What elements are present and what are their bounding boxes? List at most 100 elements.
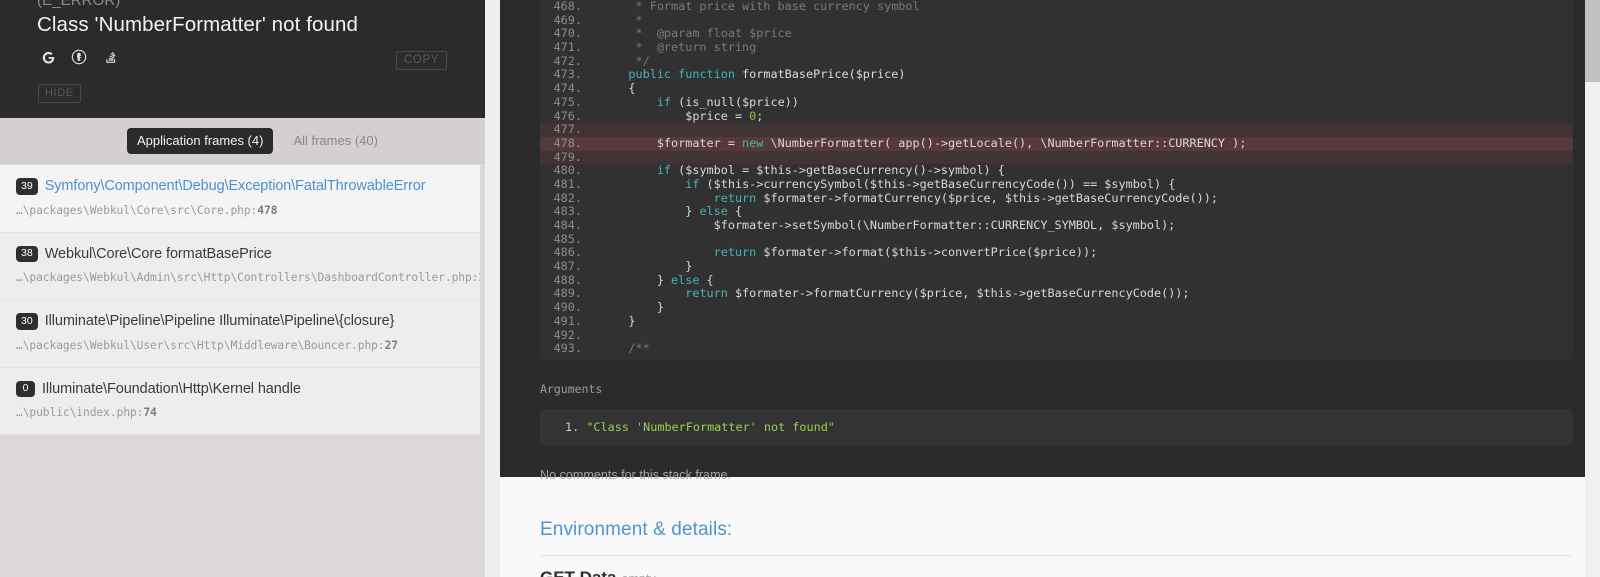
code-line-number: 480. [553, 163, 582, 178]
code-line-text: } [600, 259, 693, 274]
left-sidebar: (E_ERROR) Class 'NumberFormatter' not fo… [0, 0, 485, 577]
frame-file-path: …\public\index.php:74 [16, 406, 471, 419]
code-line-text: /** [600, 341, 650, 356]
exception-search-actions [38, 47, 120, 67]
page-scrollbar-track[interactable] [1585, 0, 1600, 577]
stack-frame-row[interactable]: 38 Webkul\Core\Core formatBasePrice …\pa… [0, 232, 485, 300]
code-line-text: * @return string [600, 40, 757, 55]
argument-row: 1. "Class 'NumberFormatter' not found" [540, 420, 1573, 434]
frame-detail-panel: 468. * Format price with base currency s… [500, 0, 1585, 577]
code-line: 474. { [540, 81, 1573, 96]
code-line-text: * @param float $price [600, 26, 792, 41]
frame-index-badge: 38 [16, 245, 38, 263]
stackoverflow-search-icon[interactable] [100, 47, 120, 67]
exception-message: Class 'NumberFormatter' not found [37, 13, 359, 36]
frame-file-text: …\packages\Webkul\Core\src\Core.php: [16, 203, 258, 217]
code-line: 491. } [540, 313, 1573, 329]
environment-title: Environment & details: [540, 519, 733, 540]
code-line-number: 473. [553, 67, 582, 82]
code-line: 471. * @return string [540, 40, 1573, 55]
code-line-text: if ($symbol = $this->getBaseCurrency()->… [656, 163, 1005, 178]
arguments-label: Arguments [540, 382, 603, 396]
environment-divider [540, 555, 1571, 556]
error-page-root: (E_ERROR) Class 'NumberFormatter' not fo… [0, 0, 1600, 577]
env-table-name: GET Data [540, 568, 617, 577]
frame-file-line: 74 [143, 406, 157, 420]
code-line-number: 482. [553, 190, 582, 205]
panel-divider [485, 0, 500, 577]
code-line-text: $price = 0; [600, 108, 764, 123]
code-line-text: return $formater->formatCurrency($price,… [713, 190, 1218, 205]
frame-heading: 38 Webkul\Core\Core formatBasePrice [16, 245, 471, 263]
code-line: 478. $formater = new \NumberFormatter( a… [540, 135, 1573, 151]
google-search-icon[interactable] [38, 47, 58, 67]
tab-application-frames[interactable]: Application frames (4) [127, 128, 274, 154]
code-line-number: 486. [553, 245, 582, 260]
hide-button[interactable]: HIDE [38, 84, 81, 103]
code-line: 473. public function formatBasePrice($pr… [540, 68, 1573, 82]
code-line-text: public function formatBasePrice($price) [628, 67, 906, 82]
code-line-number: 471. [553, 40, 582, 55]
code-line-number: 474. [553, 81, 582, 96]
code-line: 469. * [540, 12, 1573, 28]
code-line-number: 487. [553, 259, 582, 274]
code-line-number: 472. [553, 53, 582, 68]
stack-frame-row[interactable]: 0 Illuminate\Foundation\Http\Kernel hand… [0, 367, 485, 435]
stack-frame-row[interactable]: 30 Illuminate\Pipeline\Pipeline Illumina… [0, 300, 485, 368]
code-line: 490. } [540, 300, 1573, 315]
frames-tab-bar: Application frames (4) All frames (40) [0, 118, 485, 164]
env-table-state: empty [622, 572, 656, 577]
code-line-text: * [600, 12, 643, 27]
code-line: 475. if (is_null($price)) [540, 94, 1573, 110]
code-line: 492. [540, 327, 1573, 343]
code-line: 482. return $formater->formatCurrency($p… [540, 190, 1573, 206]
frame-heading: 30 Illuminate\Pipeline\Pipeline Illumina… [16, 313, 471, 330]
page-scrollbar-thumb[interactable] [1585, 0, 1600, 82]
frame-index-badge: 30 [16, 313, 38, 330]
code-line-text: $formater = new \NumberFormatter( app()-… [600, 135, 1247, 150]
code-line-text: */ [600, 53, 650, 68]
code-line: 484. $formater->setSymbol(\NumberFormatt… [540, 218, 1573, 233]
copy-button[interactable]: COPY [396, 51, 447, 70]
code-line-number: 479. [553, 149, 582, 164]
frame-class-name: Symfony\Component\Debug\Exception\FatalT… [44, 178, 426, 195]
tab-all-frames[interactable]: All frames (40) [283, 128, 388, 154]
code-line-number: 485. [553, 231, 582, 246]
code-line-number: 475. [553, 94, 582, 109]
code-line-number: 488. [553, 272, 582, 287]
code-line-text: } [600, 313, 636, 328]
code-line-number: 477. [553, 122, 582, 137]
source-code-viewer[interactable]: 468. * Format price with base currency s… [540, 0, 1573, 360]
frame-index-badge: 39 [16, 178, 38, 195]
code-line-number: 476. [553, 108, 582, 123]
code-line: 489. return $formater->formatCurrency($p… [540, 287, 1573, 301]
argument-value: "Class 'NumberFormatter' not found" [586, 420, 835, 434]
code-line: 493. /** [540, 341, 1573, 356]
code-line-number: 481. [553, 176, 582, 191]
code-line-text: } else { [600, 204, 743, 219]
code-line-number: 491. [553, 313, 582, 328]
code-line-number: 492. [553, 327, 582, 342]
code-line-number: 470. [553, 26, 582, 41]
code-line: 472. */ [540, 53, 1573, 69]
code-line-text: return $formater->format($this->convertP… [713, 245, 1098, 260]
code-line-text: * Format price with base currency symbol [600, 0, 920, 13]
code-line: 481. if ($this->currencySymbol($this->ge… [540, 176, 1573, 192]
code-line-number: 478. [553, 135, 582, 150]
code-line: 488. } else { [540, 272, 1573, 288]
frame-heading: 0 Illuminate\Foundation\Http\Kernel hand… [16, 380, 471, 398]
stack-frame-row[interactable]: 39 Symfony\Component\Debug\Exception\Fat… [0, 165, 485, 233]
frame-file-text: …\public\index.php: [16, 406, 144, 420]
code-line-text: { [600, 81, 636, 96]
duckduckgo-search-icon[interactable] [69, 47, 89, 67]
code-line-text: if (is_null($price)) [656, 94, 799, 109]
arguments-box: 1. "Class 'NumberFormatter' not found" [540, 409, 1573, 446]
argument-index: 1. [565, 420, 580, 434]
code-line-number: 493. [553, 341, 582, 356]
frame-file-text: …\packages\Webkul\User\src\Http\Middlewa… [16, 338, 385, 352]
frame-file-text: …\packages\Webkul\Admin\src\Http\Control… [16, 271, 479, 285]
code-line-number: 489. [553, 286, 582, 301]
frame-file-path: …\packages\Webkul\User\src\Http\Middlewa… [16, 339, 471, 352]
stack-frames-list: 39 Symfony\Component\Debug\Exception\Fat… [0, 164, 485, 435]
code-line-number: 469. [553, 12, 582, 27]
